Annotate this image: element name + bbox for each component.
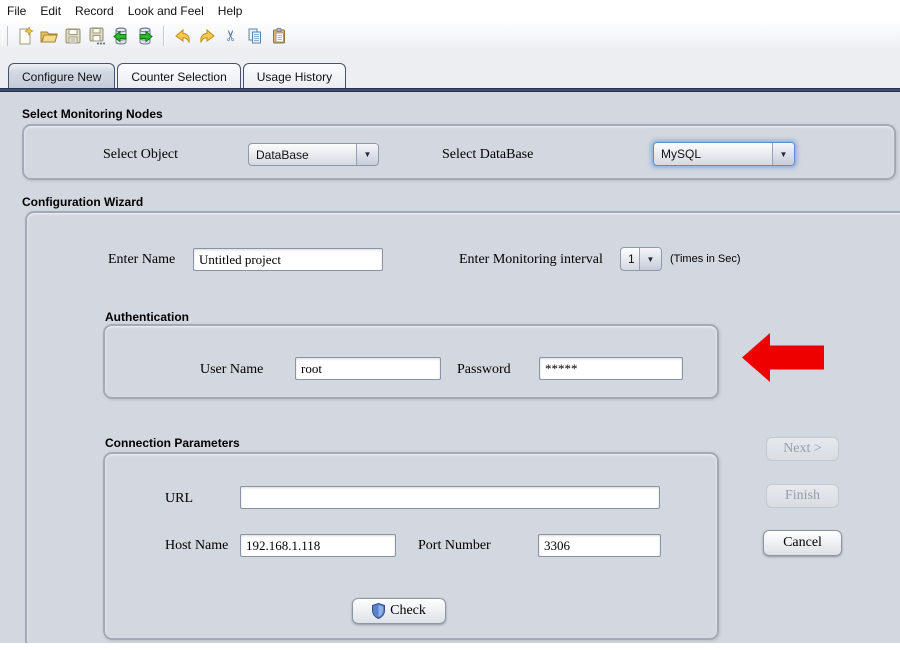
configure-new-panel: Select Monitoring Nodes Select Object Da…	[0, 92, 900, 643]
chevron-down-icon: ▼	[639, 248, 661, 270]
menu-look-and-feel[interactable]: Look and Feel	[121, 1, 211, 21]
save-icon[interactable]	[61, 25, 85, 47]
undo-icon[interactable]	[171, 25, 195, 47]
password-label: Password	[457, 362, 511, 378]
menu-record[interactable]: Record	[68, 1, 121, 21]
toolbar-separator	[163, 26, 165, 46]
port-number-label: Port Number	[418, 538, 491, 554]
select-database-combobox[interactable]: MySQL ▼	[653, 142, 795, 166]
tab-usage-history[interactable]: Usage History	[243, 63, 346, 89]
connection-parameters-title: Connection Parameters	[105, 436, 240, 450]
check-button-label: Check	[390, 603, 426, 619]
monitoring-nodes-title: Select Monitoring Nodes	[22, 107, 163, 121]
toolbar-drag-handle[interactable]	[2, 26, 8, 46]
url-label: URL	[165, 491, 193, 507]
password-input[interactable]	[539, 357, 683, 380]
open-icon[interactable]	[37, 25, 61, 47]
annotation-arrow-left-icon	[742, 333, 824, 382]
select-object-label: Select Object	[103, 147, 178, 163]
select-database-value: MySQL	[654, 143, 772, 165]
menu-help[interactable]: Help	[211, 1, 250, 21]
finish-button[interactable]: Finish	[766, 484, 839, 508]
tab-configure-new[interactable]: Configure New	[8, 63, 115, 89]
configuration-wizard-title: Configuration Wizard	[22, 195, 143, 209]
new-file-icon[interactable]	[13, 25, 37, 47]
db-export-icon[interactable]	[133, 25, 157, 47]
cancel-button[interactable]: Cancel	[763, 530, 842, 556]
chevron-down-icon: ▼	[772, 143, 794, 165]
next-button[interactable]: Next >	[766, 437, 839, 461]
user-name-input[interactable]	[295, 357, 441, 380]
host-name-label: Host Name	[165, 538, 228, 554]
cut-icon[interactable]: ✂	[219, 25, 243, 47]
monitoring-interval-label: Enter Monitoring interval	[459, 252, 603, 268]
monitoring-interval-combobox[interactable]: 1 ▼	[620, 247, 662, 271]
toolbar: ✂	[0, 22, 900, 50]
window-bottom-edge	[0, 643, 900, 650]
tab-counter-selection[interactable]: Counter Selection	[117, 63, 240, 89]
host-name-input[interactable]	[240, 534, 396, 557]
select-object-value: DataBase	[249, 144, 356, 165]
monitoring-interval-value: 1	[621, 248, 639, 270]
select-database-label: Select DataBase	[442, 147, 533, 163]
save-as-icon[interactable]	[85, 25, 109, 47]
menu-edit[interactable]: Edit	[33, 1, 68, 21]
enter-name-label: Enter Name	[108, 252, 175, 268]
tab-strip: Configure New Counter Selection Usage Hi…	[8, 63, 348, 89]
chevron-down-icon: ▼	[356, 144, 378, 165]
app-window: File Edit Record Look and Feel Help	[0, 0, 900, 650]
shield-icon	[372, 603, 385, 619]
db-import-icon[interactable]	[109, 25, 133, 47]
authentication-title: Authentication	[105, 310, 189, 324]
select-object-combobox[interactable]: DataBase ▼	[248, 143, 379, 166]
copy-icon[interactable]	[243, 25, 267, 47]
menu-bar: File Edit Record Look and Feel Help	[0, 0, 900, 22]
port-number-input[interactable]	[538, 534, 661, 557]
user-name-label: User Name	[200, 362, 263, 378]
url-input[interactable]	[240, 486, 660, 509]
interval-unit-note: (Times in Sec)	[670, 253, 741, 265]
redo-icon[interactable]	[195, 25, 219, 47]
check-button[interactable]: Check	[352, 598, 446, 624]
menu-file[interactable]: File	[0, 1, 33, 21]
paste-icon[interactable]	[267, 25, 291, 47]
project-name-input[interactable]	[193, 248, 383, 271]
